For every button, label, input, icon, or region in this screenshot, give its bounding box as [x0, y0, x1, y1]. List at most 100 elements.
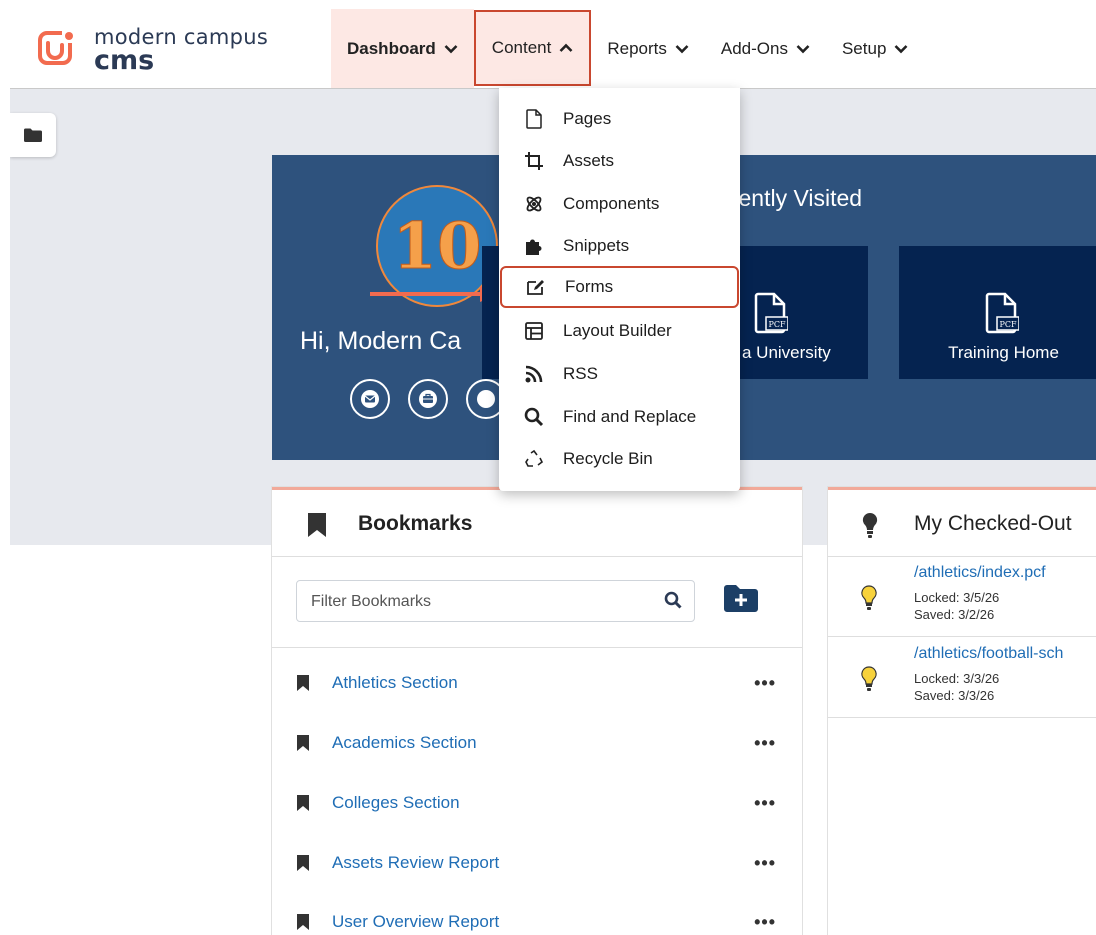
logo-text-cms: cms: [94, 45, 155, 76]
file-navigation-toggle[interactable]: [10, 113, 56, 157]
file-badge-text: PCF: [768, 320, 786, 329]
lightbulb-icon: [861, 666, 877, 691]
crop-icon: [525, 152, 543, 170]
edit-form-icon: [527, 280, 544, 295]
search-icon: [524, 407, 544, 427]
filter-bookmarks-input[interactable]: [309, 581, 653, 623]
checked-out-file-link[interactable]: /athletics/football-sch: [914, 645, 1063, 663]
menu-item-snippets[interactable]: Snippets: [499, 225, 740, 267]
nav-addons[interactable]: Add-Ons: [705, 9, 826, 88]
bookmarks-card: Bookmarks Athletics Section ••• Academic…: [272, 487, 802, 935]
bookmarks-title: Bookmarks: [358, 512, 473, 535]
nav-content-label: Content: [491, 38, 552, 57]
bookmark-link[interactable]: Academics Section: [332, 733, 477, 753]
menu-item-assets[interactable]: Assets: [499, 140, 740, 182]
recently-visited-title: cently Visited: [727, 185, 863, 211]
menu-item-rss-label: RSS: [563, 364, 598, 383]
menu-item-layout-builder[interactable]: Layout Builder: [499, 310, 740, 352]
nav-dashboard[interactable]: Dashboard: [331, 9, 474, 88]
menu-item-snippets-label: Snippets: [563, 236, 630, 255]
checked-out-file-link[interactable]: /athletics/index.pcf: [914, 564, 1046, 582]
search-icon[interactable]: [664, 591, 682, 609]
checked-out-card: My Checked-Out /athletics/index.pcf Lock…: [828, 487, 1096, 935]
menu-item-forms[interactable]: Forms: [500, 266, 739, 308]
more-options-button[interactable]: •••: [754, 912, 776, 933]
nav-dashboard-label: Dashboard: [347, 38, 436, 58]
recycle-icon: [525, 449, 544, 467]
nav-addons-label: Add-Ons: [720, 38, 788, 58]
more-options-button[interactable]: •••: [754, 733, 776, 754]
bookmark-row[interactable]: User Overview Report •••: [296, 902, 776, 935]
filter-bookmarks-box: [296, 580, 695, 623]
menu-item-forms-label: Forms: [565, 277, 614, 296]
top-navigation-bar: modern campus cms Dashboard Content Repo…: [10, 9, 1096, 89]
saved-date: Saved: 3/3/26: [914, 688, 995, 703]
messages-button[interactable]: [350, 379, 390, 419]
gear-icon: [477, 390, 495, 408]
menu-item-components[interactable]: Components: [499, 183, 740, 225]
content-dropdown-menu: Pages Assets Components Snippets Forms L…: [499, 88, 740, 491]
pcf-file-icon: PCF: [754, 292, 788, 334]
divider: [272, 647, 802, 648]
hero-quick-actions: [350, 379, 506, 419]
menu-item-recycle-bin[interactable]: Recycle Bin: [499, 438, 740, 480]
layout-icon: [525, 322, 543, 340]
rss-icon: [525, 365, 543, 383]
file-badge-text: PCF: [999, 320, 1017, 329]
nav-content[interactable]: Content: [473, 10, 592, 86]
locked-date: Locked: 3/3/26: [914, 671, 1000, 686]
recent-tile-training-home[interactable]: PCF Training Home: [899, 246, 1096, 379]
bookmark-row[interactable]: Athletics Section •••: [296, 663, 776, 703]
recent-tile-training-home-label: Training Home: [948, 343, 1059, 362]
nav-reports[interactable]: Reports: [591, 9, 705, 88]
briefcase-icon: [419, 390, 437, 408]
bookmark-link[interactable]: Colleges Section: [332, 793, 460, 813]
more-options-button[interactable]: •••: [754, 673, 776, 694]
add-bookmark-folder-icon[interactable]: [724, 584, 758, 612]
page-icon: [526, 109, 542, 129]
envelope-icon: [361, 390, 379, 408]
nav-setup-label: Setup: [841, 38, 887, 58]
bookmark-icon: [297, 795, 309, 811]
checked-out-row[interactable]: /athletics/football-sch Locked: 3/3/26 S…: [828, 637, 1096, 718]
modern-campus-logo[interactable]: modern campus cms: [38, 23, 318, 76]
main-nav: Dashboard Content Reports Add-Ons Setup: [331, 9, 924, 88]
workflow-button[interactable]: [408, 379, 448, 419]
logo-mark-icon: [38, 29, 76, 65]
menu-item-find-replace-label: Find and Replace: [563, 407, 697, 426]
greeting-text: Hi, Modern Ca: [300, 327, 462, 355]
menu-item-layout-builder-label: Layout Builder: [563, 321, 672, 340]
nav-reports-label: Reports: [607, 38, 667, 58]
step-number: 10: [392, 208, 482, 284]
nav-setup[interactable]: Setup: [826, 9, 924, 88]
atom-icon: [526, 196, 542, 212]
chevron-up-icon: [559, 43, 573, 52]
menu-item-pages[interactable]: Pages: [499, 98, 740, 140]
more-options-button[interactable]: •••: [754, 793, 776, 814]
menu-item-find-replace[interactable]: Find and Replace: [499, 396, 740, 438]
bookmark-row[interactable]: Academics Section •••: [296, 723, 776, 763]
cms-app: modern campus cms Dashboard Content Repo…: [10, 9, 1096, 935]
menu-item-pages-label: Pages: [563, 109, 612, 128]
menu-item-rss[interactable]: RSS: [499, 353, 740, 395]
folder-icon: [24, 128, 42, 142]
more-options-button[interactable]: •••: [754, 853, 776, 874]
bookmark-link[interactable]: User Overview Report: [332, 912, 499, 932]
bookmark-icon: [297, 914, 309, 930]
chevron-down-icon: [894, 44, 908, 53]
checked-out-title: My Checked-Out: [914, 512, 1072, 535]
pointer-arrow-icon: [370, 286, 498, 302]
bookmark-icon: [308, 513, 326, 537]
bookmark-link[interactable]: Athletics Section: [332, 673, 458, 693]
bookmarks-card-header: Bookmarks: [272, 490, 802, 557]
checked-out-card-header: My Checked-Out: [828, 490, 1096, 557]
chevron-down-icon: [796, 44, 810, 53]
bookmark-link[interactable]: Assets Review Report: [332, 853, 499, 873]
lightbulb-icon: [861, 585, 877, 610]
checked-out-row[interactable]: /athletics/index.pcf Locked: 3/5/26 Save…: [828, 556, 1096, 637]
bookmark-icon: [297, 855, 309, 871]
bookmark-row[interactable]: Colleges Section •••: [296, 783, 776, 823]
menu-item-assets-label: Assets: [563, 151, 615, 170]
bookmark-row[interactable]: Assets Review Report •••: [296, 843, 776, 883]
bookmark-icon: [297, 675, 309, 691]
